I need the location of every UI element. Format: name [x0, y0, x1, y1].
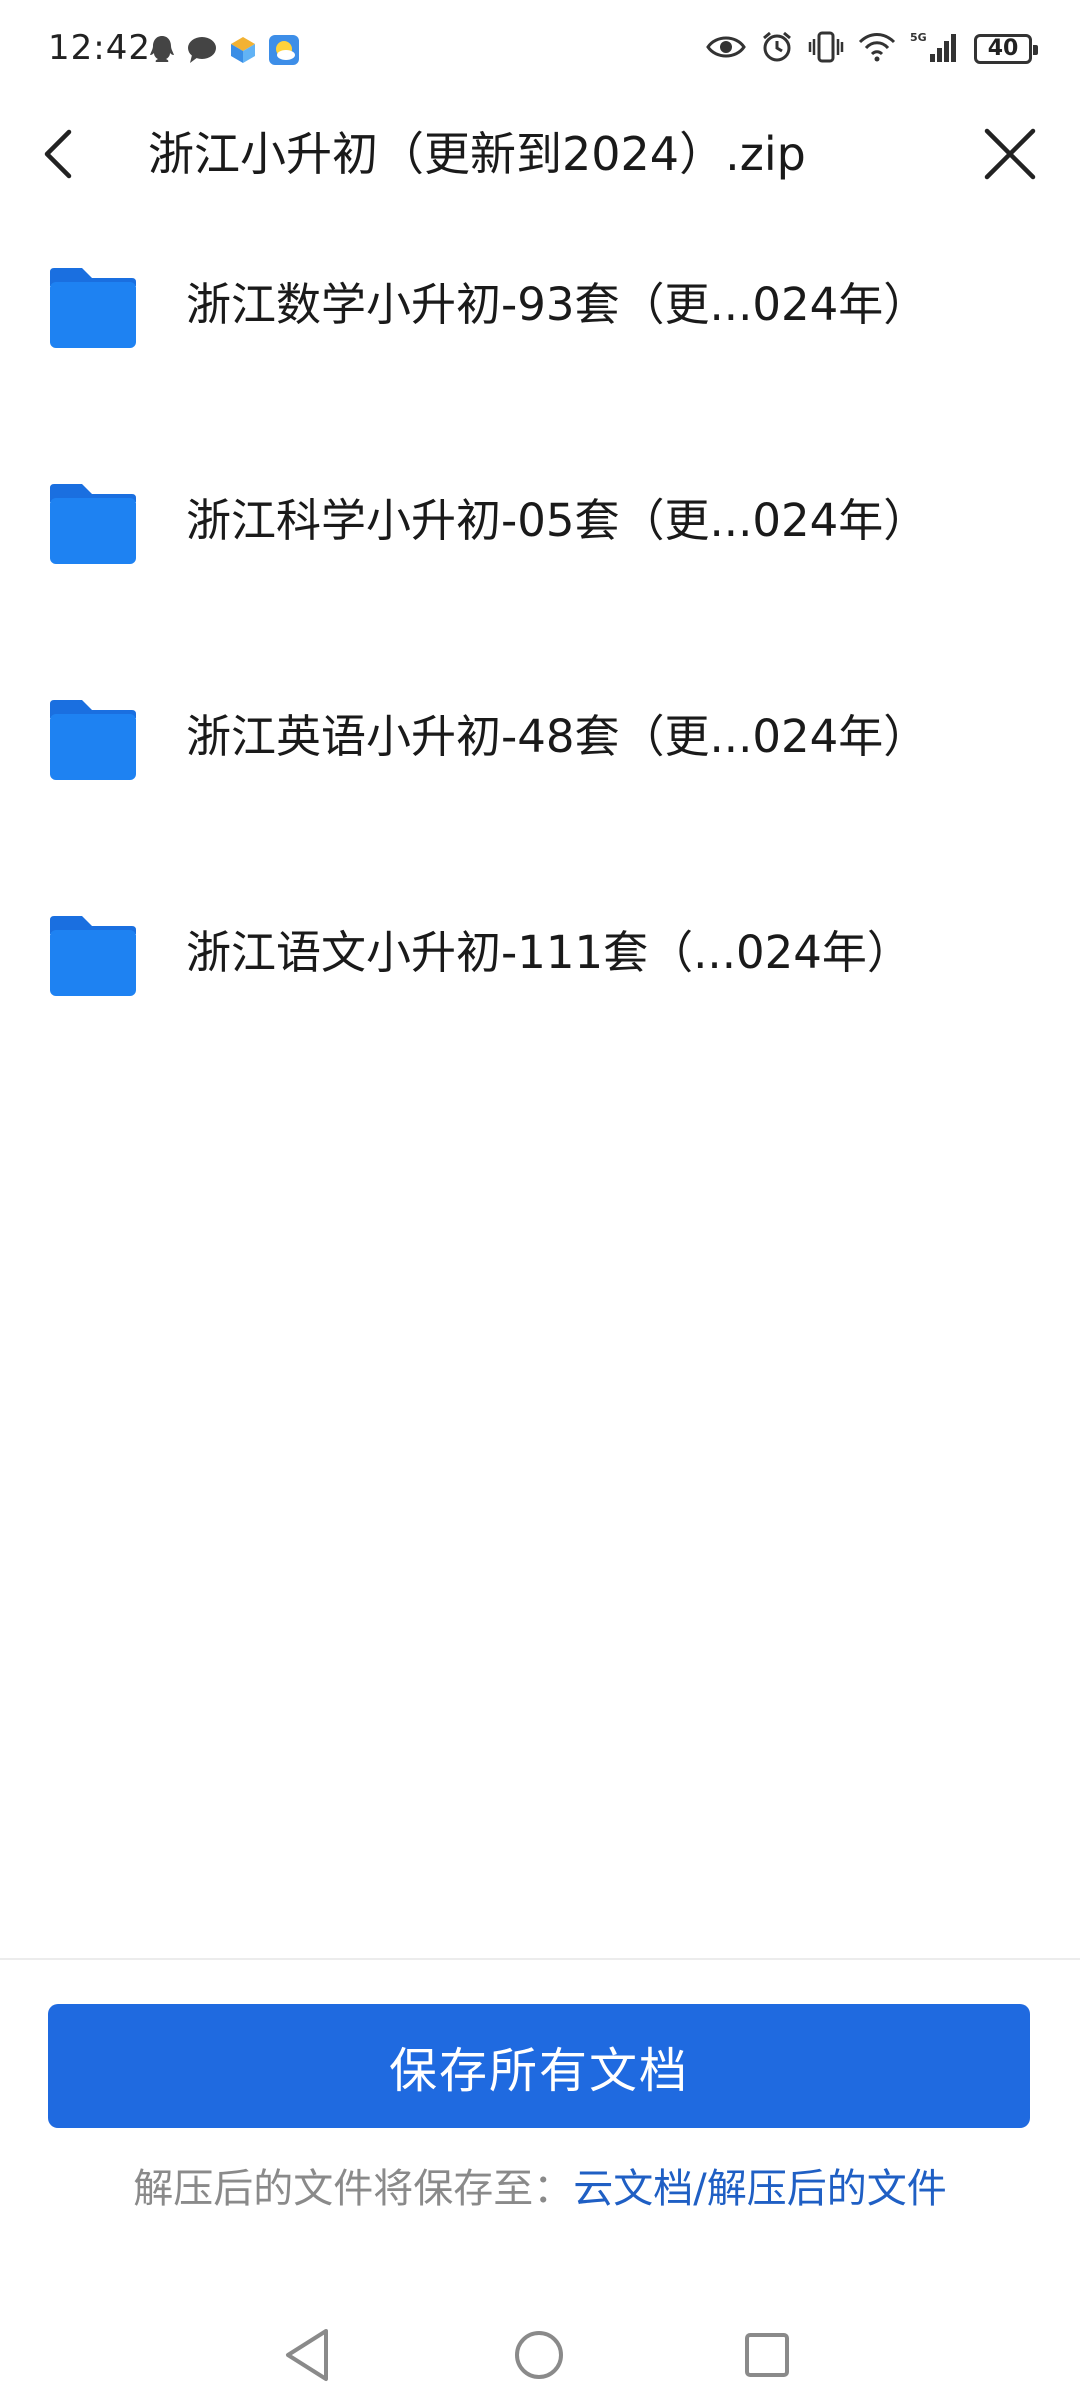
file-list: 浙江数学小升初-93套（更...024年） 浙江科学小升初-05套（更...02… [0, 240, 1080, 1104]
app-icon [228, 35, 258, 69]
vibrate-icon [808, 30, 844, 68]
save-path-link[interactable]: 云文档/解压后的文件 [573, 2166, 946, 2212]
nav-recents-button[interactable] [732, 2320, 802, 2390]
list-item[interactable]: 浙江英语小升初-48套（更...024年） [0, 672, 1080, 888]
divider [0, 1958, 1080, 1960]
nav-back-button[interactable] [272, 2320, 342, 2390]
status-bar: 12:42 5G 40 [0, 0, 1080, 104]
close-button[interactable] [970, 114, 1050, 194]
svg-text:5G: 5G [910, 31, 927, 44]
status-left-icons [148, 34, 300, 70]
status-right-icons: 5G 40 [706, 30, 1038, 68]
nav-bar [0, 2300, 1080, 2400]
save-all-button[interactable]: 保存所有文档 [48, 2004, 1030, 2128]
header: 浙江小升初（更新到2024）.zip [0, 104, 1080, 214]
folder-icon [50, 700, 136, 780]
folder-icon [50, 268, 136, 348]
file-name: 浙江语文小升初-111套（...024年） [186, 926, 912, 979]
list-item[interactable]: 浙江语文小升初-111套（...024年） [0, 888, 1080, 1104]
folder-icon [50, 916, 136, 996]
wifi-icon [858, 32, 896, 66]
file-name: 浙江科学小升初-05套（更...024年） [186, 494, 929, 547]
qq-icon [148, 34, 176, 70]
back-button[interactable] [28, 114, 88, 194]
triangle-back-icon [286, 2329, 328, 2381]
save-path: 解压后的文件将保存至：云文档/解压后的文件 [0, 2156, 1080, 2214]
file-name: 浙江数学小升初-93套（更...024年） [186, 278, 929, 331]
page-title: 浙江小升初（更新到2024）.zip [148, 127, 806, 181]
file-name: 浙江英语小升初-48套（更...024年） [186, 710, 929, 763]
list-item[interactable]: 浙江科学小升初-05套（更...024年） [0, 456, 1080, 672]
list-item[interactable]: 浙江数学小升初-93套（更...024年） [0, 240, 1080, 456]
chevron-left-icon [44, 129, 72, 179]
weather-icon [268, 34, 300, 70]
alarm-icon [760, 30, 794, 68]
circle-home-icon [515, 2331, 563, 2379]
nav-home-button[interactable] [504, 2320, 574, 2390]
battery-icon: 40 [974, 34, 1038, 64]
message-icon [186, 35, 218, 69]
square-recents-icon [745, 2333, 789, 2377]
folder-icon [50, 484, 136, 564]
save-path-label: 解压后的文件将保存至： [133, 2166, 574, 2212]
signal-5g-icon: 5G [910, 30, 960, 68]
screen: 12:42 5G 40 浙江小升初（更新到2024）.zip 浙江数学小升初-9… [0, 0, 1080, 2400]
eye-icon [706, 33, 746, 65]
close-icon [984, 128, 1036, 180]
status-time: 12:42 [48, 28, 151, 68]
